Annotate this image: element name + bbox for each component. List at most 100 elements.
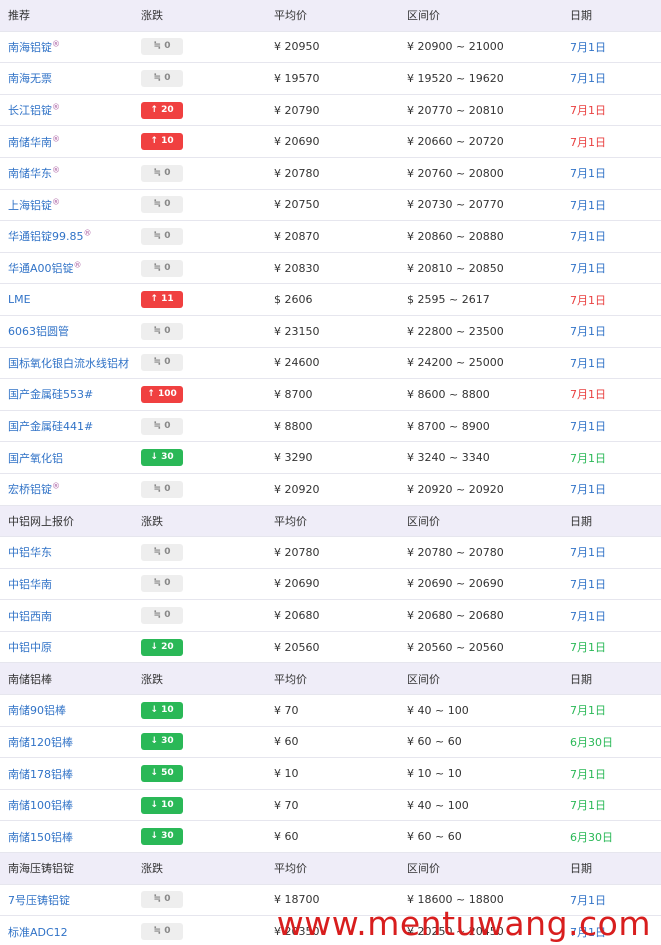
price-range: ¥ 20900 ~ 21000: [407, 40, 504, 54]
product-link[interactable]: 南储华东®: [0, 165, 133, 181]
change-value: 0: [164, 894, 171, 905]
product-name: 南储150铝棒: [8, 830, 73, 844]
table-row: 国产金属硅553# ↑ 100 ¥ 8700 ¥ 8600 ~ 8800 7月1日: [0, 379, 661, 411]
product-name: 南海铝锭: [8, 40, 52, 54]
change-value: 10: [161, 704, 174, 715]
product-link[interactable]: 华通铝锭99.85®: [0, 228, 133, 244]
product-name: 国产金属硅441#: [8, 420, 94, 434]
product-link[interactable]: 中铝华南: [0, 576, 133, 592]
change-cell: ↓ 10: [133, 701, 266, 719]
product-link[interactable]: 南储178铝棒: [0, 766, 133, 782]
registered-mark-icon: ®: [52, 134, 60, 144]
price-date: 7月1日: [570, 262, 606, 276]
product-link[interactable]: 华通A00铝锭®: [0, 260, 133, 276]
change-badge: ↓ 50: [141, 765, 183, 783]
price-range: ¥ 3240 ~ 3340: [407, 451, 490, 465]
change-value: 0: [164, 325, 171, 336]
table-row: 南储150铝棒 ↓ 30 ¥ 60 ¥ 60 ~ 60 6月30日: [0, 821, 661, 854]
product-link[interactable]: 中铝西南: [0, 608, 133, 624]
average-price: ¥ 10: [274, 767, 299, 781]
product-name: 中铝西南: [8, 609, 52, 623]
average-price: ¥ 70: [274, 798, 299, 812]
change-badge: ≒ 0: [141, 480, 183, 498]
change-badge: ≒ 0: [141, 227, 183, 245]
average-price: ¥ 60: [274, 830, 299, 844]
change-value: 0: [164, 420, 171, 431]
flat-icon: ≒: [153, 420, 162, 431]
change-badge: ≒ 0: [141, 354, 183, 372]
price-date: 7月1日: [570, 577, 606, 591]
product-link[interactable]: LME: [0, 293, 133, 306]
arrow-down-icon: ↓: [150, 704, 158, 715]
flat-icon: ≒: [153, 357, 162, 368]
average-price: ¥ 70: [274, 703, 299, 717]
price-range: ¥ 20770 ~ 20810: [407, 103, 504, 117]
flat-icon: ≒: [153, 894, 162, 905]
arrow-down-icon: ↓: [150, 831, 158, 842]
change-value: 11: [161, 294, 174, 305]
header-cell: 推荐: [8, 9, 30, 23]
product-link[interactable]: 南储华南®: [0, 134, 133, 150]
product-link[interactable]: 南海无票: [0, 70, 133, 86]
table-row: 中铝华南 ≒ 0 ¥ 20690 ¥ 20690 ~ 20690 7月1日: [0, 569, 661, 601]
product-link[interactable]: 国产金属硅441#: [0, 418, 133, 434]
product-link[interactable]: 宏桥铝锭®: [0, 481, 133, 497]
header-cell: 南储铝棒: [8, 672, 52, 686]
header-cell: 区间价: [407, 514, 440, 528]
product-link[interactable]: 长江铝锭®: [0, 102, 133, 118]
product-link[interactable]: 上海铝锭®: [0, 197, 133, 213]
product-link[interactable]: 南储100铝棒: [0, 797, 133, 813]
change-badge: ↓ 30: [141, 449, 183, 467]
price-date: 7月1日: [570, 451, 606, 465]
header-cell: 区间价: [407, 862, 440, 876]
product-link[interactable]: 南储120铝棒: [0, 734, 133, 750]
change-cell: ≒ 0: [133, 575, 266, 593]
change-badge: ↑ 100: [141, 385, 183, 403]
price-range: ¥ 19520 ~ 19620: [407, 71, 504, 85]
table-row: 南储90铝棒 ↓ 10 ¥ 70 ¥ 40 ~ 100 7月1日: [0, 695, 661, 727]
section-header: 推荐 涨跌 平均价 区间价 日期: [0, 0, 661, 32]
change-value: 0: [164, 262, 171, 273]
section-header: 南海压铸铝锭 涨跌 平均价 区间价 日期: [0, 853, 661, 885]
table-row: 南储华南® ↑ 10 ¥ 20690 ¥ 20660 ~ 20720 7月1日: [0, 126, 661, 158]
change-cell: ≒ 0: [133, 543, 266, 561]
table-row: 中铝西南 ≒ 0 ¥ 20680 ¥ 20680 ~ 20680 7月1日: [0, 600, 661, 632]
product-link[interactable]: 中铝华东: [0, 544, 133, 560]
table-row: 华通A00铝锭® ≒ 0 ¥ 20830 ¥ 20810 ~ 20850 7月1日: [0, 253, 661, 285]
header-cell: 日期: [570, 9, 592, 23]
header-cell: 南海压铸铝锭: [8, 862, 74, 876]
arrow-down-icon: ↓: [150, 641, 158, 652]
product-link[interactable]: 中铝中原: [0, 639, 133, 655]
table-row: LME ↑ 11 $ 2606 $ 2595 ~ 2617 7月1日: [0, 284, 661, 316]
price-range: ¥ 22800 ~ 23500: [407, 324, 504, 338]
price-range: ¥ 20780 ~ 20780: [407, 545, 504, 559]
flat-icon: ≒: [153, 926, 162, 937]
product-link[interactable]: 南储150铝棒: [0, 829, 133, 845]
registered-mark-icon: ®: [52, 197, 60, 207]
product-link[interactable]: 6063铝圆管: [0, 323, 133, 339]
table-row: 国标氧化银白流水线铝材 ≒ 0 ¥ 24600 ¥ 24200 ~ 25000 7月1日: [0, 348, 661, 380]
product-link[interactable]: 国产金属硅553#: [0, 386, 133, 402]
product-link[interactable]: 国产氧化铝: [0, 450, 133, 466]
price-date: 7月1日: [570, 704, 606, 718]
flat-icon: ≒: [153, 546, 162, 557]
product-link[interactable]: 南海铝锭®: [0, 39, 133, 55]
flat-icon: ≒: [153, 262, 162, 273]
product-link[interactable]: 7号压铸铝锭: [0, 892, 133, 908]
change-value: 50: [161, 768, 174, 779]
table-row: 南储100铝棒 ↓ 10 ¥ 70 ¥ 40 ~ 100 7月1日: [0, 790, 661, 822]
price-date: 7月1日: [570, 72, 606, 86]
change-value: 0: [164, 199, 171, 210]
price-date: 7月1日: [570, 799, 606, 813]
table-row: 华通铝锭99.85® ≒ 0 ¥ 20870 ¥ 20860 ~ 20880 7月1日: [0, 221, 661, 253]
product-link[interactable]: 国标氧化银白流水线铝材: [0, 355, 133, 371]
product-link[interactable]: 南储90铝棒: [0, 702, 133, 718]
average-price: ¥ 20920: [274, 482, 320, 496]
average-price: ¥ 8700: [274, 387, 313, 401]
product-name: LME: [8, 293, 31, 307]
arrow-down-icon: ↓: [150, 799, 158, 810]
product-link[interactable]: 标准ADC12: [0, 924, 133, 940]
average-price: ¥ 20780: [274, 545, 320, 559]
header-cell: 区间价: [407, 9, 440, 23]
change-badge: ↓ 30: [141, 733, 183, 751]
